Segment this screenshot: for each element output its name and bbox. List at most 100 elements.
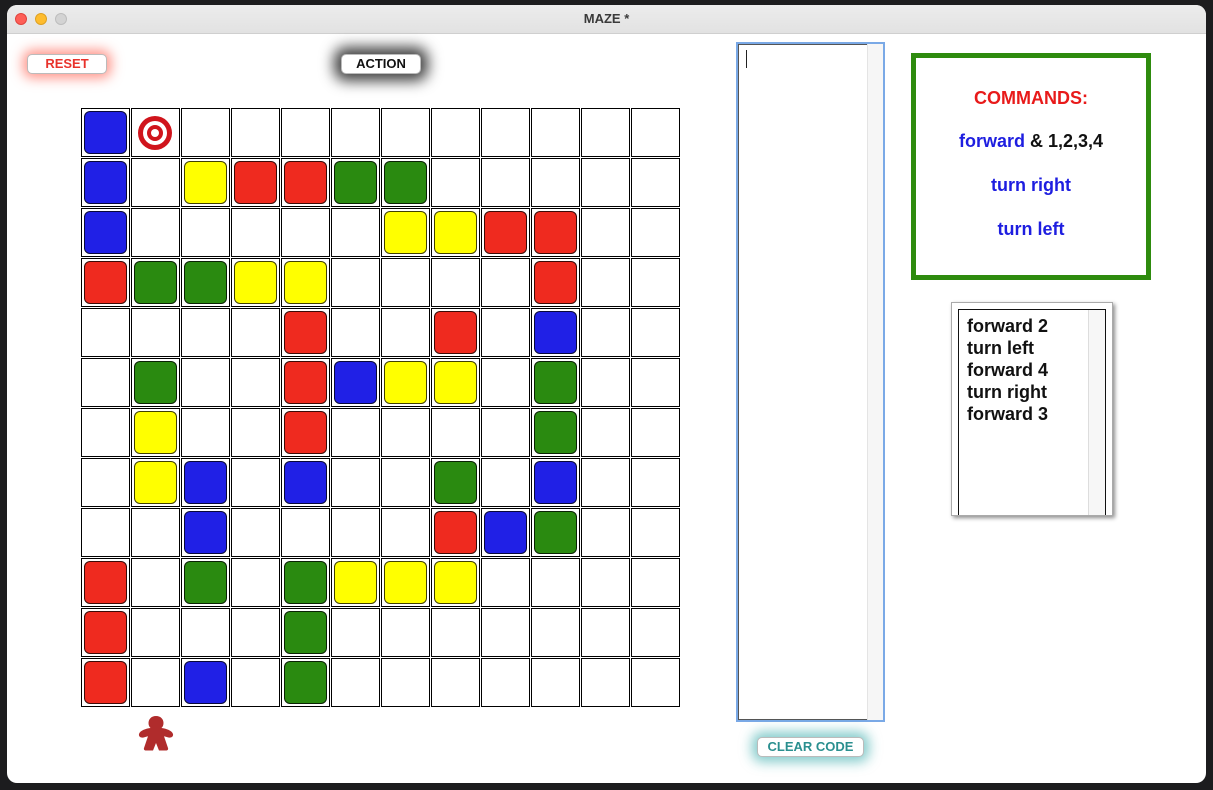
green-tile	[534, 411, 577, 454]
code-scrollbar[interactable]	[867, 44, 883, 720]
yellow-tile	[134, 411, 177, 454]
maze-cell	[81, 658, 130, 707]
maze-cell	[131, 408, 180, 457]
maze-cell	[281, 658, 330, 707]
maze-cell	[281, 508, 330, 557]
maze-cell	[381, 308, 430, 357]
maze-cell	[231, 458, 280, 507]
program-list: forward 2 turn left forward 4 turn right for…	[967, 315, 1048, 425]
maze-cell	[581, 308, 630, 357]
maze-cell	[431, 458, 480, 507]
maze-cell	[131, 308, 180, 357]
maze-cell	[431, 358, 480, 407]
maze-cell	[531, 108, 580, 157]
maze-cell	[581, 158, 630, 207]
code-editor[interactable]	[736, 42, 885, 722]
maze-cell	[431, 508, 480, 557]
maze-cell	[481, 308, 530, 357]
maze-cell	[481, 358, 530, 407]
maze-cell	[131, 108, 180, 157]
program-list-box[interactable]: forward 2 turn left forward 4 turn right for…	[958, 309, 1106, 515]
maze-cell	[431, 658, 480, 707]
maze-cell	[81, 108, 130, 157]
maze-cell	[431, 608, 480, 657]
red-tile	[484, 211, 527, 254]
target-goal-icon	[138, 116, 172, 150]
maze-cell	[181, 658, 230, 707]
program-line: turn right	[967, 382, 1047, 402]
green-tile	[534, 361, 577, 404]
reset-button[interactable]: RESET	[27, 54, 107, 74]
code-text-area[interactable]	[738, 44, 870, 720]
maze-cell	[631, 458, 680, 507]
program-line: forward 3	[967, 404, 1049, 424]
maze-cell	[531, 558, 580, 607]
yellow-tile	[384, 561, 427, 604]
maze-cell	[481, 658, 530, 707]
red-tile	[84, 611, 127, 654]
maze-cell	[631, 258, 680, 307]
red-tile	[534, 261, 577, 304]
command-forward-label: forward	[958, 131, 1025, 151]
maze-cell	[381, 558, 430, 607]
maze-cell	[181, 558, 230, 607]
maze-cell	[531, 608, 580, 657]
maze-cell	[581, 108, 630, 157]
program-line: forward 2	[967, 316, 1049, 336]
maze-cell	[581, 558, 630, 607]
action-button[interactable]: ACTION	[341, 54, 421, 74]
green-tile	[284, 611, 327, 654]
maze-cell	[181, 358, 230, 407]
commands-panel: COMMANDS: forward & 1,2,3,4 turn right t…	[911, 53, 1151, 280]
maze-cell	[81, 458, 130, 507]
maze-cell	[381, 158, 430, 207]
green-tile	[134, 261, 177, 304]
clear-code-button[interactable]: CLEAR CODE	[757, 737, 864, 757]
command-turn-left: turn left	[997, 219, 1065, 239]
maze-cell	[631, 658, 680, 707]
maze-cell	[431, 408, 480, 457]
yellow-tile	[184, 161, 227, 204]
maze-cell	[431, 108, 480, 157]
maze-cell	[531, 308, 580, 357]
maze-cell	[531, 258, 580, 307]
maze-cell	[281, 608, 330, 657]
maze-cell	[181, 158, 230, 207]
maze-cell	[481, 408, 530, 457]
maze-cell	[581, 608, 630, 657]
maze-cell	[581, 508, 630, 557]
maze-cell	[631, 358, 680, 407]
maze-cell	[181, 258, 230, 307]
maze-cell	[81, 158, 130, 207]
maze-cell	[231, 158, 280, 207]
maze-cell	[581, 208, 630, 257]
maze-cell	[381, 608, 430, 657]
program-scrollbar[interactable]	[1088, 310, 1105, 515]
maze-cell	[281, 458, 330, 507]
maze-cell	[131, 658, 180, 707]
maze-cell	[131, 608, 180, 657]
window-title: MAZE *	[583, 11, 630, 26]
program-line: turn left	[967, 338, 1034, 358]
blue-tile	[184, 661, 227, 704]
yellow-tile	[434, 561, 477, 604]
maze-cell	[331, 558, 380, 607]
yellow-tile	[384, 361, 427, 404]
green-tile	[334, 161, 377, 204]
maze-cell	[81, 558, 130, 607]
blue-tile	[84, 211, 127, 254]
maze-cell	[381, 258, 430, 307]
maze-cell	[231, 258, 280, 307]
maze-cell	[231, 558, 280, 607]
maze-window: MAZE * RESET ACTION CLEAR CODE COMMANDS:…	[7, 5, 1206, 783]
green-tile	[184, 561, 227, 604]
maze-cell	[281, 358, 330, 407]
maze-cell	[531, 458, 580, 507]
maze-cell	[331, 508, 380, 557]
green-tile	[284, 561, 327, 604]
maze-cell	[381, 408, 430, 457]
blue-tile	[184, 461, 227, 504]
maze-cell	[331, 608, 380, 657]
maze-cell	[381, 658, 430, 707]
maze-cell	[331, 258, 380, 307]
